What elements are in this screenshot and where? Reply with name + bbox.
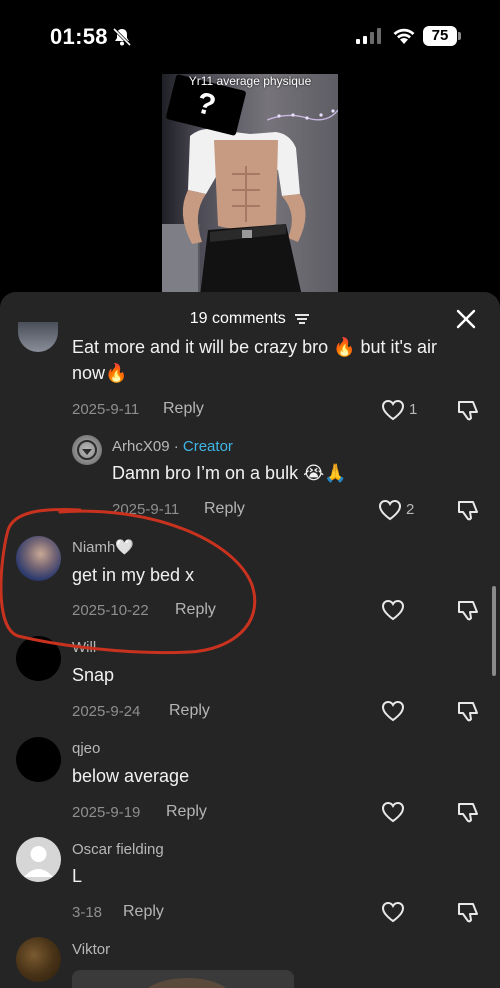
comment-date: 3-18: [72, 904, 103, 921]
scrollbar[interactable]: [492, 586, 496, 676]
avatar[interactable]: [16, 536, 61, 581]
comment-text-continued: now🔥: [72, 363, 128, 383]
commenter-name: Viktor: [72, 941, 111, 958]
commenter-name: ArhcX09 · Creator: [112, 438, 233, 455]
reply-button[interactable]: Reply: [166, 803, 207, 821]
comments-count-title[interactable]: 19 comments: [0, 310, 500, 328]
video-caption: Yr11 average physique: [188, 74, 312, 88]
commenter-name: Oscar fielding: [72, 841, 164, 858]
status-time: 01:58: [50, 24, 108, 49]
name-separator: ·: [173, 438, 183, 455]
comment-text: get in my bed x: [72, 565, 195, 585]
reply-button[interactable]: Reply: [175, 601, 216, 619]
comment-text: Eat more and it will be crazy bro 🔥 but …: [72, 337, 437, 357]
dislike-icon[interactable]: [456, 800, 480, 824]
comment-text: Snap: [72, 665, 115, 685]
like-count: 1: [409, 401, 418, 418]
comment-text: Damn bro I’m on a bulk 😭🙏: [112, 463, 347, 483]
comment-date: 2025-10-22: [72, 602, 149, 619]
creator-badge: Creator: [182, 438, 233, 455]
dislike-icon[interactable]: [456, 900, 480, 924]
heart-icon[interactable]: [380, 699, 406, 723]
heart-icon[interactable]: [380, 900, 406, 924]
comment-image-preview[interactable]: [72, 970, 294, 988]
comments-sheet: 19 comments Eat more and it will be craz…: [0, 292, 500, 988]
avatar[interactable]: [18, 322, 58, 352]
wifi-icon: [393, 28, 415, 44]
battery-indicator: 75: [423, 26, 457, 46]
close-icon[interactable]: [455, 308, 477, 330]
avatar[interactable]: [16, 636, 61, 681]
comments-count: 19 comments: [189, 310, 286, 327]
dislike-icon[interactable]: [456, 598, 480, 622]
commenter-name: Will: [72, 639, 97, 656]
default-avatar-icon: [24, 846, 53, 877]
comment-date: 2025-9-11: [112, 501, 180, 518]
like-count: 2: [406, 501, 415, 518]
reply-button[interactable]: Reply: [204, 500, 245, 518]
image-preview-content: [142, 978, 232, 988]
battery-tip: [458, 32, 461, 40]
commenter-name: Niamh🤍: [72, 539, 135, 556]
avatar[interactable]: [16, 837, 61, 882]
heart-icon[interactable]: [380, 800, 406, 824]
heart-icon[interactable]: [377, 498, 403, 522]
avatar[interactable]: [16, 737, 61, 782]
cellular-signal-icon: [356, 28, 381, 44]
dislike-icon[interactable]: [456, 699, 480, 723]
avatar[interactable]: [16, 937, 61, 982]
comment-text: below average: [72, 766, 190, 786]
avatar-logo-icon: [77, 440, 97, 460]
commenter-name: qjeo: [72, 740, 101, 757]
comment-date: 2025-9-11: [72, 401, 140, 418]
comment-date: 2025-9-24: [72, 703, 141, 720]
reply-button[interactable]: Reply: [163, 400, 204, 418]
video-preview[interactable]: ? Yr11 average physique: [162, 74, 338, 296]
dislike-icon[interactable]: [456, 398, 480, 422]
avatar[interactable]: [72, 435, 102, 465]
silent-bell-icon: [112, 27, 132, 47]
comment-text: L: [72, 866, 83, 886]
heart-icon[interactable]: [380, 598, 406, 622]
reply-button[interactable]: Reply: [123, 903, 164, 921]
comment-date: 2025-9-19: [72, 804, 141, 821]
status-bar: 01:58 75: [0, 0, 500, 70]
commenter-username: ArhcX09: [112, 438, 170, 455]
reply-button[interactable]: Reply: [169, 702, 210, 720]
sort-filter-icon[interactable]: [294, 312, 310, 326]
heart-icon[interactable]: [380, 398, 406, 422]
dislike-icon[interactable]: [456, 498, 480, 522]
